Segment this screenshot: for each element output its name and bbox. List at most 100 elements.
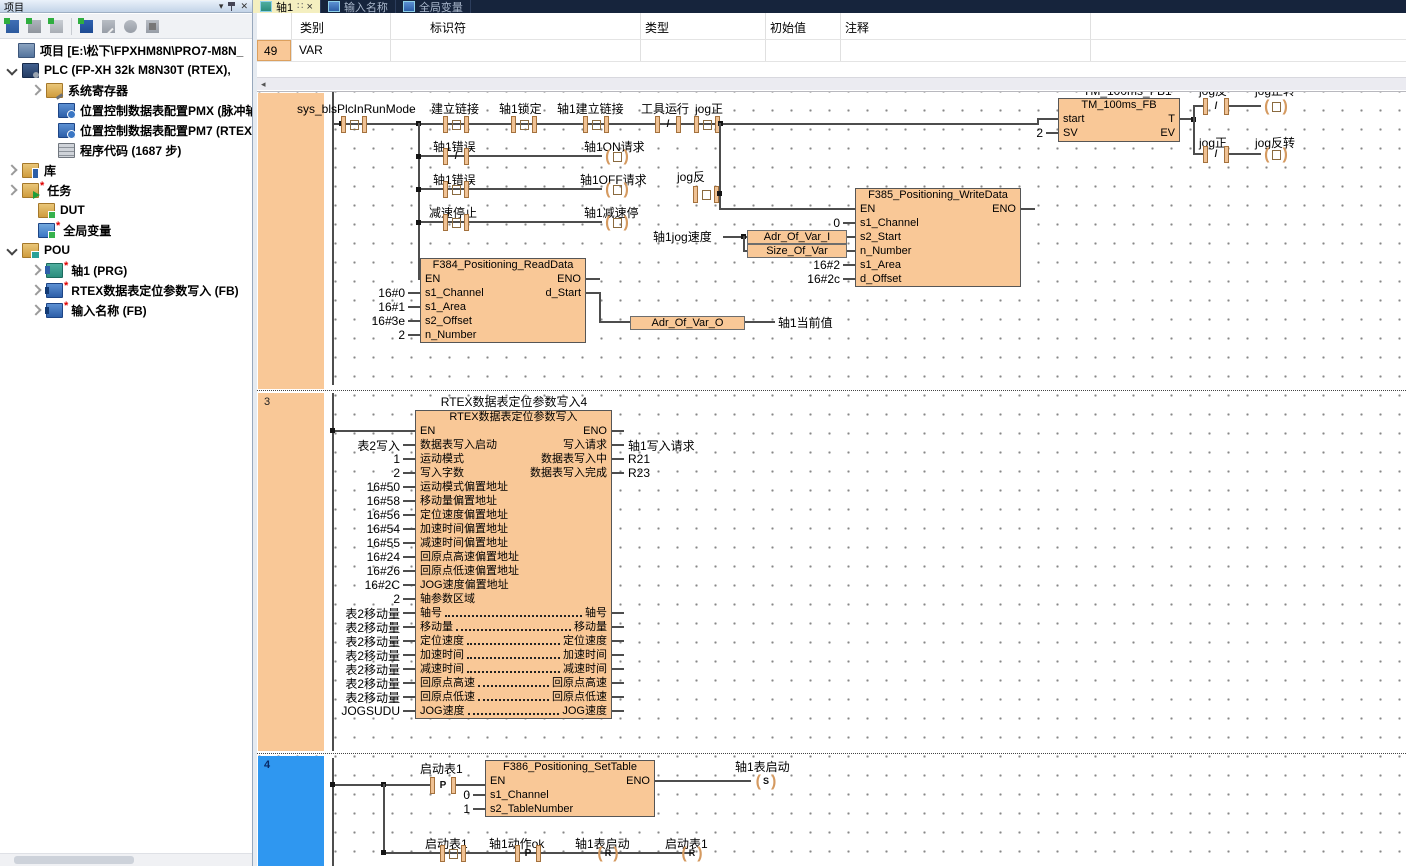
column-header-type[interactable]: 类型 (645, 19, 669, 36)
input-value[interactable]: 16#55 (367, 536, 400, 550)
input-value[interactable]: 16#3e (372, 314, 405, 328)
input-value[interactable]: 16#2c (807, 272, 840, 286)
no-contact[interactable] (443, 214, 469, 231)
f385-positioning-writedata-block[interactable]: F385_Positioning_WriteData ENENO s1_Chan… (855, 188, 1021, 287)
input-value[interactable]: 2 (393, 466, 400, 480)
output-coil[interactable] (602, 148, 632, 165)
nc-contact[interactable]: / (655, 116, 681, 133)
output-target[interactable]: R23 (628, 466, 650, 480)
input-value[interactable]: 16#56 (367, 508, 400, 522)
input-value[interactable]: 1 (393, 452, 400, 466)
no-contact[interactable] (511, 116, 537, 133)
input-value[interactable]: 16#58 (367, 494, 400, 508)
nc-contact[interactable]: / (1203, 98, 1229, 115)
output-coil[interactable] (1261, 98, 1291, 115)
input-value[interactable]: 16#50 (367, 480, 400, 494)
chevron-right-icon[interactable] (30, 304, 41, 315)
chevron-down-icon[interactable] (6, 244, 17, 255)
no-contact[interactable] (443, 181, 469, 198)
remove-item-button[interactable] (143, 17, 162, 36)
output-target[interactable]: R21 (628, 452, 650, 466)
rising-edge-contact[interactable]: P (515, 845, 541, 862)
close-panel-icon[interactable]: ✕ (240, 1, 248, 12)
chevron-right-icon[interactable] (30, 284, 41, 295)
scroll-left-arrow-icon[interactable]: ◂ (257, 79, 270, 90)
network-4-margin-selected[interactable]: 4 (258, 756, 324, 866)
panel-menu-icon[interactable]: ▾ (219, 1, 224, 12)
no-contact[interactable] (583, 116, 609, 133)
tree-item-global-vars[interactable]: *全局变量 (0, 220, 252, 240)
monitor-button[interactable] (121, 17, 140, 36)
tab-global-vars[interactable]: 全局变量 (396, 0, 471, 13)
input-value[interactable]: 16#0 (378, 286, 405, 300)
input-value[interactable]: 16#2 (813, 258, 840, 272)
input-value[interactable]: 16#24 (367, 550, 400, 564)
tab-close-icon[interactable]: × (307, 1, 313, 13)
move-up-button[interactable] (47, 17, 66, 36)
f384-positioning-readdata-block[interactable]: F384_Positioning_ReadData ENENO s1_Chann… (420, 258, 586, 343)
chevron-right-icon[interactable] (30, 264, 41, 275)
new-item-button[interactable] (77, 17, 96, 36)
no-contact[interactable] (440, 845, 466, 862)
size-of-var-box[interactable]: Size_Of_Var (747, 244, 847, 258)
input-value[interactable]: 0 (463, 788, 470, 802)
nc-contact[interactable]: / (1203, 146, 1229, 163)
table-hscrollbar[interactable]: ◂ (257, 77, 1406, 90)
input-value[interactable]: 16#2C (365, 578, 400, 592)
input-value[interactable]: 16#54 (367, 522, 400, 536)
tree-item-rtex-fb[interactable]: *RTEX数据表定位参数写入 (FB) (0, 280, 252, 300)
scrollbar-thumb[interactable] (14, 856, 134, 864)
no-contact[interactable] (443, 116, 469, 133)
chevron-down-icon[interactable] (6, 64, 17, 75)
tree-item-tasks[interactable]: *任务 (0, 180, 252, 200)
input-value[interactable]: JOGSUDU (341, 704, 400, 718)
nc-contact[interactable]: / (443, 148, 469, 165)
reset-coil[interactable]: R (677, 845, 707, 862)
input-value[interactable]: 2 (1036, 126, 1043, 140)
network-2-margin[interactable] (258, 93, 324, 389)
tab-input-name[interactable]: 输入名称 (321, 0, 396, 13)
input-value[interactable]: 1 (463, 802, 470, 816)
input-value[interactable]: 表2移动量 (345, 689, 400, 706)
ladder-editor[interactable]: 3 4 sys_blsPlcInRunMode 建立链接 轴1锁定 轴1建立链接… (257, 91, 1406, 866)
tree-item-dut[interactable]: DUT (0, 200, 252, 220)
no-contact[interactable] (341, 116, 367, 133)
input-value[interactable]: 16#26 (367, 564, 400, 578)
tm-100ms-fb-block[interactable]: TM_100ms_FB startT SVEV (1058, 98, 1180, 142)
tree-item-plc[interactable]: PLC (FP-XH 32k M8N30T (RTEX), (0, 60, 252, 80)
row-number-cell[interactable]: 49 (257, 40, 291, 61)
f386-positioning-settable-block[interactable]: F386_Positioning_SetTable ENENO s1_Chann… (485, 760, 655, 817)
column-header-initial[interactable]: 初始值 (770, 19, 806, 36)
set-coil[interactable]: S (751, 773, 781, 790)
input-value[interactable]: 16#1 (378, 300, 405, 314)
tree-item-library[interactable]: 库 (0, 160, 252, 180)
output-target[interactable]: 轴1写入请求 (628, 437, 695, 454)
input-value[interactable]: 0 (833, 216, 840, 230)
input-value[interactable]: 2 (398, 328, 405, 342)
tree-item-project[interactable]: 项目 [E:\松下\FPXHM8N\PRO7-M8N_ (0, 40, 252, 60)
tab-axis1[interactable]: 轴1 ∷ × (253, 0, 321, 13)
chevron-right-icon[interactable] (6, 184, 17, 195)
tree-item-axis1-prg[interactable]: *轴1 (PRG) (0, 260, 252, 280)
tree-item-pou[interactable]: POU (0, 240, 252, 260)
output-coil[interactable] (602, 214, 632, 231)
tree-item-system-registers[interactable]: 系统寄存器 (0, 80, 252, 100)
input-value[interactable]: 表2写入 (357, 437, 400, 454)
output-coil[interactable] (602, 181, 632, 198)
adr-of-var-i-box[interactable]: Adr_Of_Var_I (747, 230, 847, 244)
output-coil[interactable] (1261, 146, 1291, 163)
adr-of-var-o-box[interactable]: Adr_Of_Var_O (630, 316, 745, 330)
tree-item-program-code[interactable]: 程序代码 (1687 步) (0, 140, 252, 160)
tree-item-input-name-fb[interactable]: *输入名称 (FB) (0, 300, 252, 320)
no-contact[interactable] (694, 116, 720, 133)
chevron-right-icon[interactable] (30, 84, 41, 95)
column-header-comment[interactable]: 注释 (845, 19, 869, 36)
rtex-parameter-write-fb-block[interactable]: RTEX数据表定位参数写入 ENENO 数据表写入启动写入请求 运动模式数据表写… (415, 410, 612, 719)
add-group-button[interactable] (25, 17, 44, 36)
project-tree-hscrollbar[interactable] (0, 853, 252, 866)
column-header-category[interactable]: 类别 (300, 19, 324, 36)
chevron-right-icon[interactable] (6, 164, 17, 175)
reset-coil[interactable]: R (593, 845, 623, 862)
tree-item-position-table-pm7[interactable]: 位置控制数据表配置PM7 (RTEX (0, 120, 252, 140)
category-cell[interactable]: VAR (299, 43, 323, 57)
